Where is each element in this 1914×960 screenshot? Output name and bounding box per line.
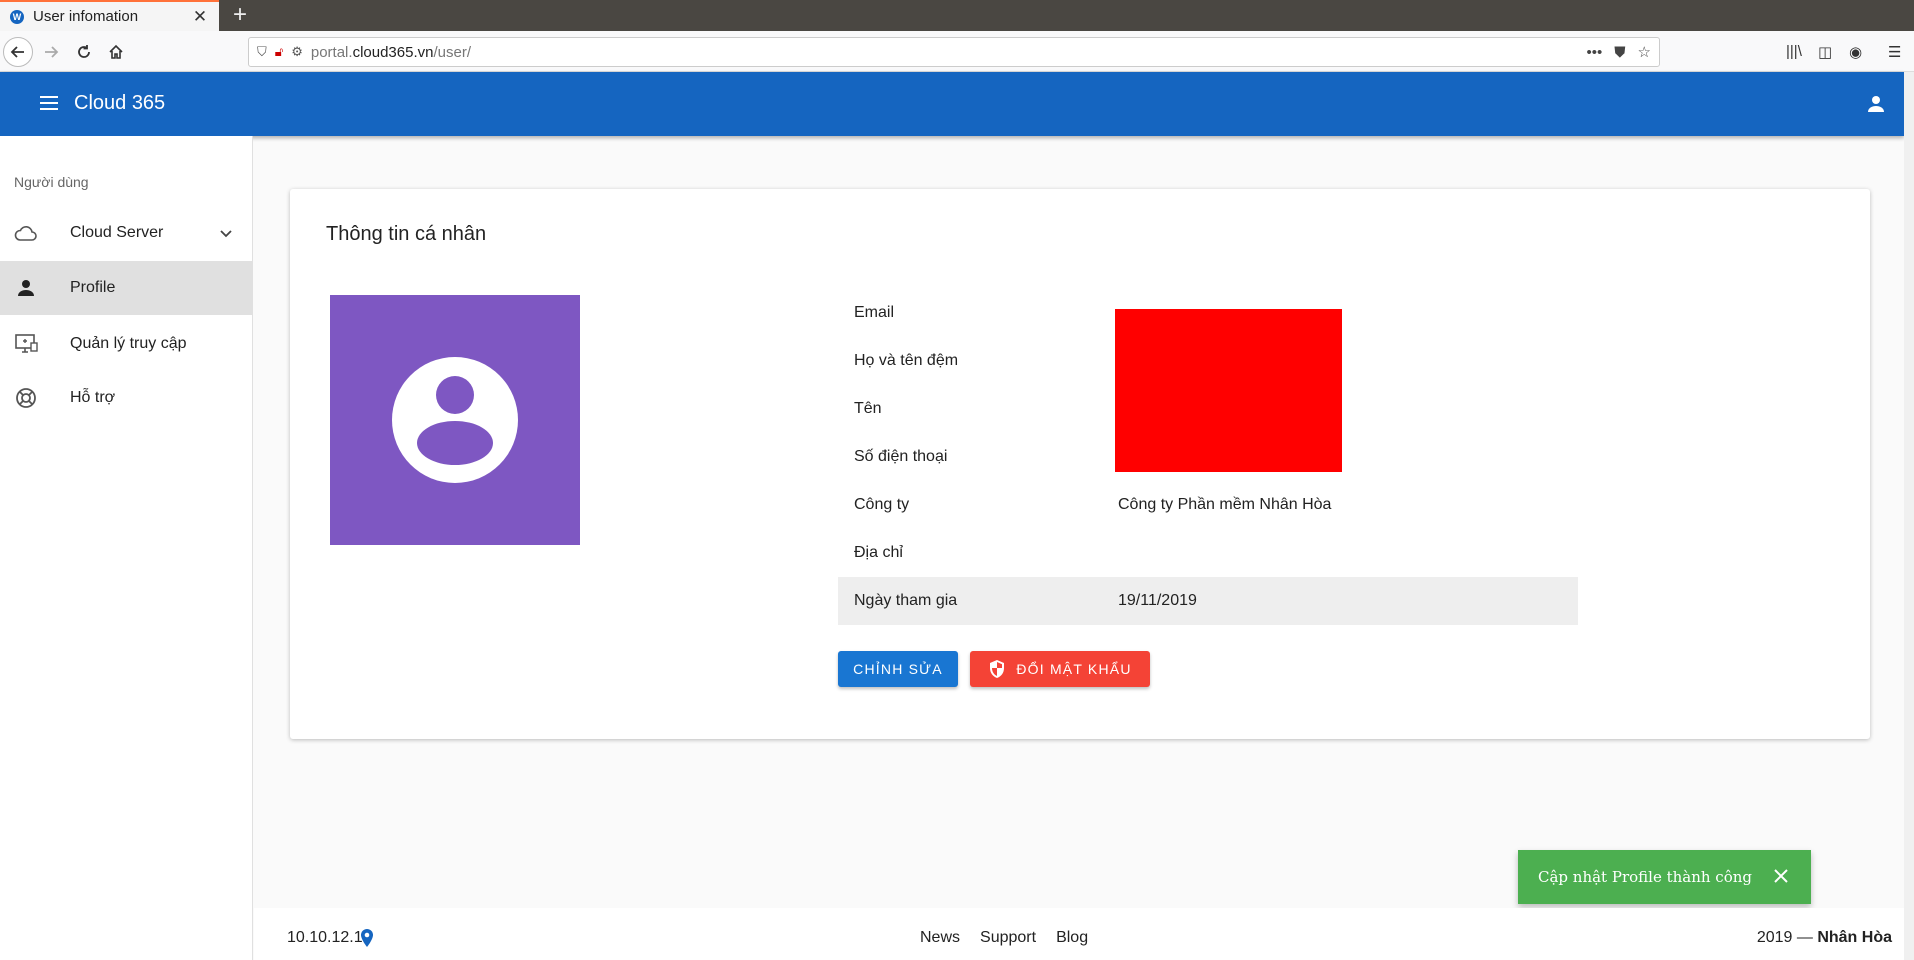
- card-title: Thông tin cá nhân: [326, 223, 487, 245]
- browser-tab-bar: W User infomation ✕ +: [0, 0, 1914, 31]
- security-shield-icon: [990, 660, 1005, 678]
- footer-link-support[interactable]: Support: [980, 929, 1036, 947]
- footer: 10.10.12.1 News Support Blog 2019 — Nhân…: [254, 908, 1904, 960]
- arrow-right-icon: [45, 46, 59, 58]
- info-label: Họ và tên đệm: [854, 352, 959, 369]
- info-row-company: Công ty Công ty Phần mềm Nhân Hòa: [838, 481, 1578, 529]
- avatar: [330, 295, 580, 545]
- toast-message: Cập nhật Profile thành công: [1538, 868, 1753, 886]
- footer-link-blog[interactable]: Blog: [1056, 929, 1088, 947]
- sidebar-item-cloud-server[interactable]: Cloud Server: [0, 206, 252, 260]
- info-value: Công ty Phần mềm Nhân Hòa: [1118, 496, 1332, 513]
- insecure-lock-icon: 🔓︎: [274, 44, 284, 59]
- info-label: Email: [854, 304, 895, 321]
- sidebar-section-title: Người dùng: [14, 174, 89, 190]
- change-password-button[interactable]: ĐỔI MẬT KHẨU: [970, 651, 1150, 687]
- back-button[interactable]: [3, 37, 33, 67]
- shield-icon: ⛉: [257, 44, 267, 59]
- sidebar-item-profile[interactable]: Profile: [0, 261, 252, 315]
- info-row-join-date: Ngày tham gia 19/11/2019: [838, 577, 1578, 625]
- account-icon[interactable]: ◉: [1849, 43, 1862, 61]
- person-icon: [14, 276, 38, 300]
- scrollbar[interactable]: [1904, 72, 1914, 960]
- sidebar-item-label: Profile: [70, 279, 116, 296]
- library-icon[interactable]: |||\: [1786, 43, 1802, 60]
- page-actions-icon[interactable]: •••: [1587, 44, 1603, 61]
- cloud-icon: [14, 221, 38, 245]
- edit-profile-button[interactable]: CHỈNH SỬA: [838, 651, 958, 687]
- browser-tab[interactable]: W User infomation ✕: [0, 0, 219, 31]
- pocket-icon[interactable]: ⛊: [1614, 44, 1625, 61]
- location-pin-icon: [361, 929, 373, 947]
- tab-title: User infomation: [33, 8, 139, 25]
- info-label: Ngày tham gia: [854, 592, 958, 609]
- forward-button[interactable]: [36, 37, 66, 67]
- sidebar-item-label: Cloud Server: [70, 224, 164, 241]
- arrow-left-icon: [10, 46, 24, 58]
- new-tab-button[interactable]: +: [226, 2, 254, 30]
- reload-icon: [78, 45, 90, 58]
- home-icon: [109, 44, 123, 59]
- reload-button[interactable]: [69, 37, 99, 67]
- info-label: Số điện thoại: [854, 448, 948, 465]
- hamburger-menu-icon[interactable]: [40, 96, 58, 110]
- info-row-address: Địa chỉ: [838, 529, 1578, 577]
- success-toast: Cập nhật Profile thành công: [1518, 850, 1811, 904]
- footer-ip-address: 10.10.12.1: [287, 929, 363, 946]
- bookmark-star-icon[interactable]: ☆: [1638, 43, 1651, 61]
- info-label: Công ty: [854, 496, 910, 513]
- sidebar-item-support[interactable]: Hỗ trợ: [0, 371, 252, 425]
- user-account-icon[interactable]: [1866, 94, 1886, 114]
- sidebar-item-access-management[interactable]: Quản lý truy cập: [0, 317, 252, 371]
- footer-copyright: 2019 — Nhân Hòa: [1756, 929, 1892, 946]
- tab-close-icon[interactable]: ✕: [191, 7, 209, 27]
- sidebar-item-label: Hỗ trợ: [70, 389, 116, 406]
- info-label: Tên: [854, 400, 882, 417]
- redacted-personal-info: [1115, 309, 1342, 472]
- url-bar[interactable]: ⛉ 🔓︎ ⚙ portal.cloud365.vn/user/ ••• ⛊ ☆: [248, 37, 1660, 67]
- chevron-down-icon[interactable]: [218, 225, 234, 241]
- permissions-icon: ⚙: [291, 44, 303, 59]
- close-icon[interactable]: [1773, 868, 1789, 884]
- app-header: Cloud 365: [0, 72, 1904, 136]
- sidebar-item-label: Quản lý truy cập: [70, 335, 187, 352]
- tab-favicon-icon: W: [10, 9, 24, 24]
- footer-link-news[interactable]: News: [920, 929, 960, 947]
- app-title[interactable]: Cloud 365: [74, 92, 165, 115]
- lifebuoy-icon: [14, 386, 38, 410]
- browser-menu-icon[interactable]: ☰: [1888, 43, 1901, 61]
- monitor-access-icon: [14, 332, 38, 356]
- info-label: Địa chỉ: [854, 544, 903, 561]
- url-text: portal.cloud365.vn/user/: [310, 43, 471, 61]
- change-password-label: ĐỔI MẬT KHẨU: [1016, 661, 1132, 677]
- browser-toolbar: ⛉ 🔓︎ ⚙ portal.cloud365.vn/user/ ••• ⛊ ☆ …: [0, 31, 1914, 72]
- info-value: 19/11/2019: [1118, 592, 1197, 609]
- footer-links: News Support Blog: [920, 929, 1088, 947]
- account-circle-icon: [392, 357, 518, 483]
- sidebar-toggle-icon[interactable]: ◫: [1818, 43, 1832, 61]
- sidebar: Người dùng Cloud Server Profile Quản lý …: [0, 136, 253, 960]
- home-button[interactable]: [101, 37, 131, 67]
